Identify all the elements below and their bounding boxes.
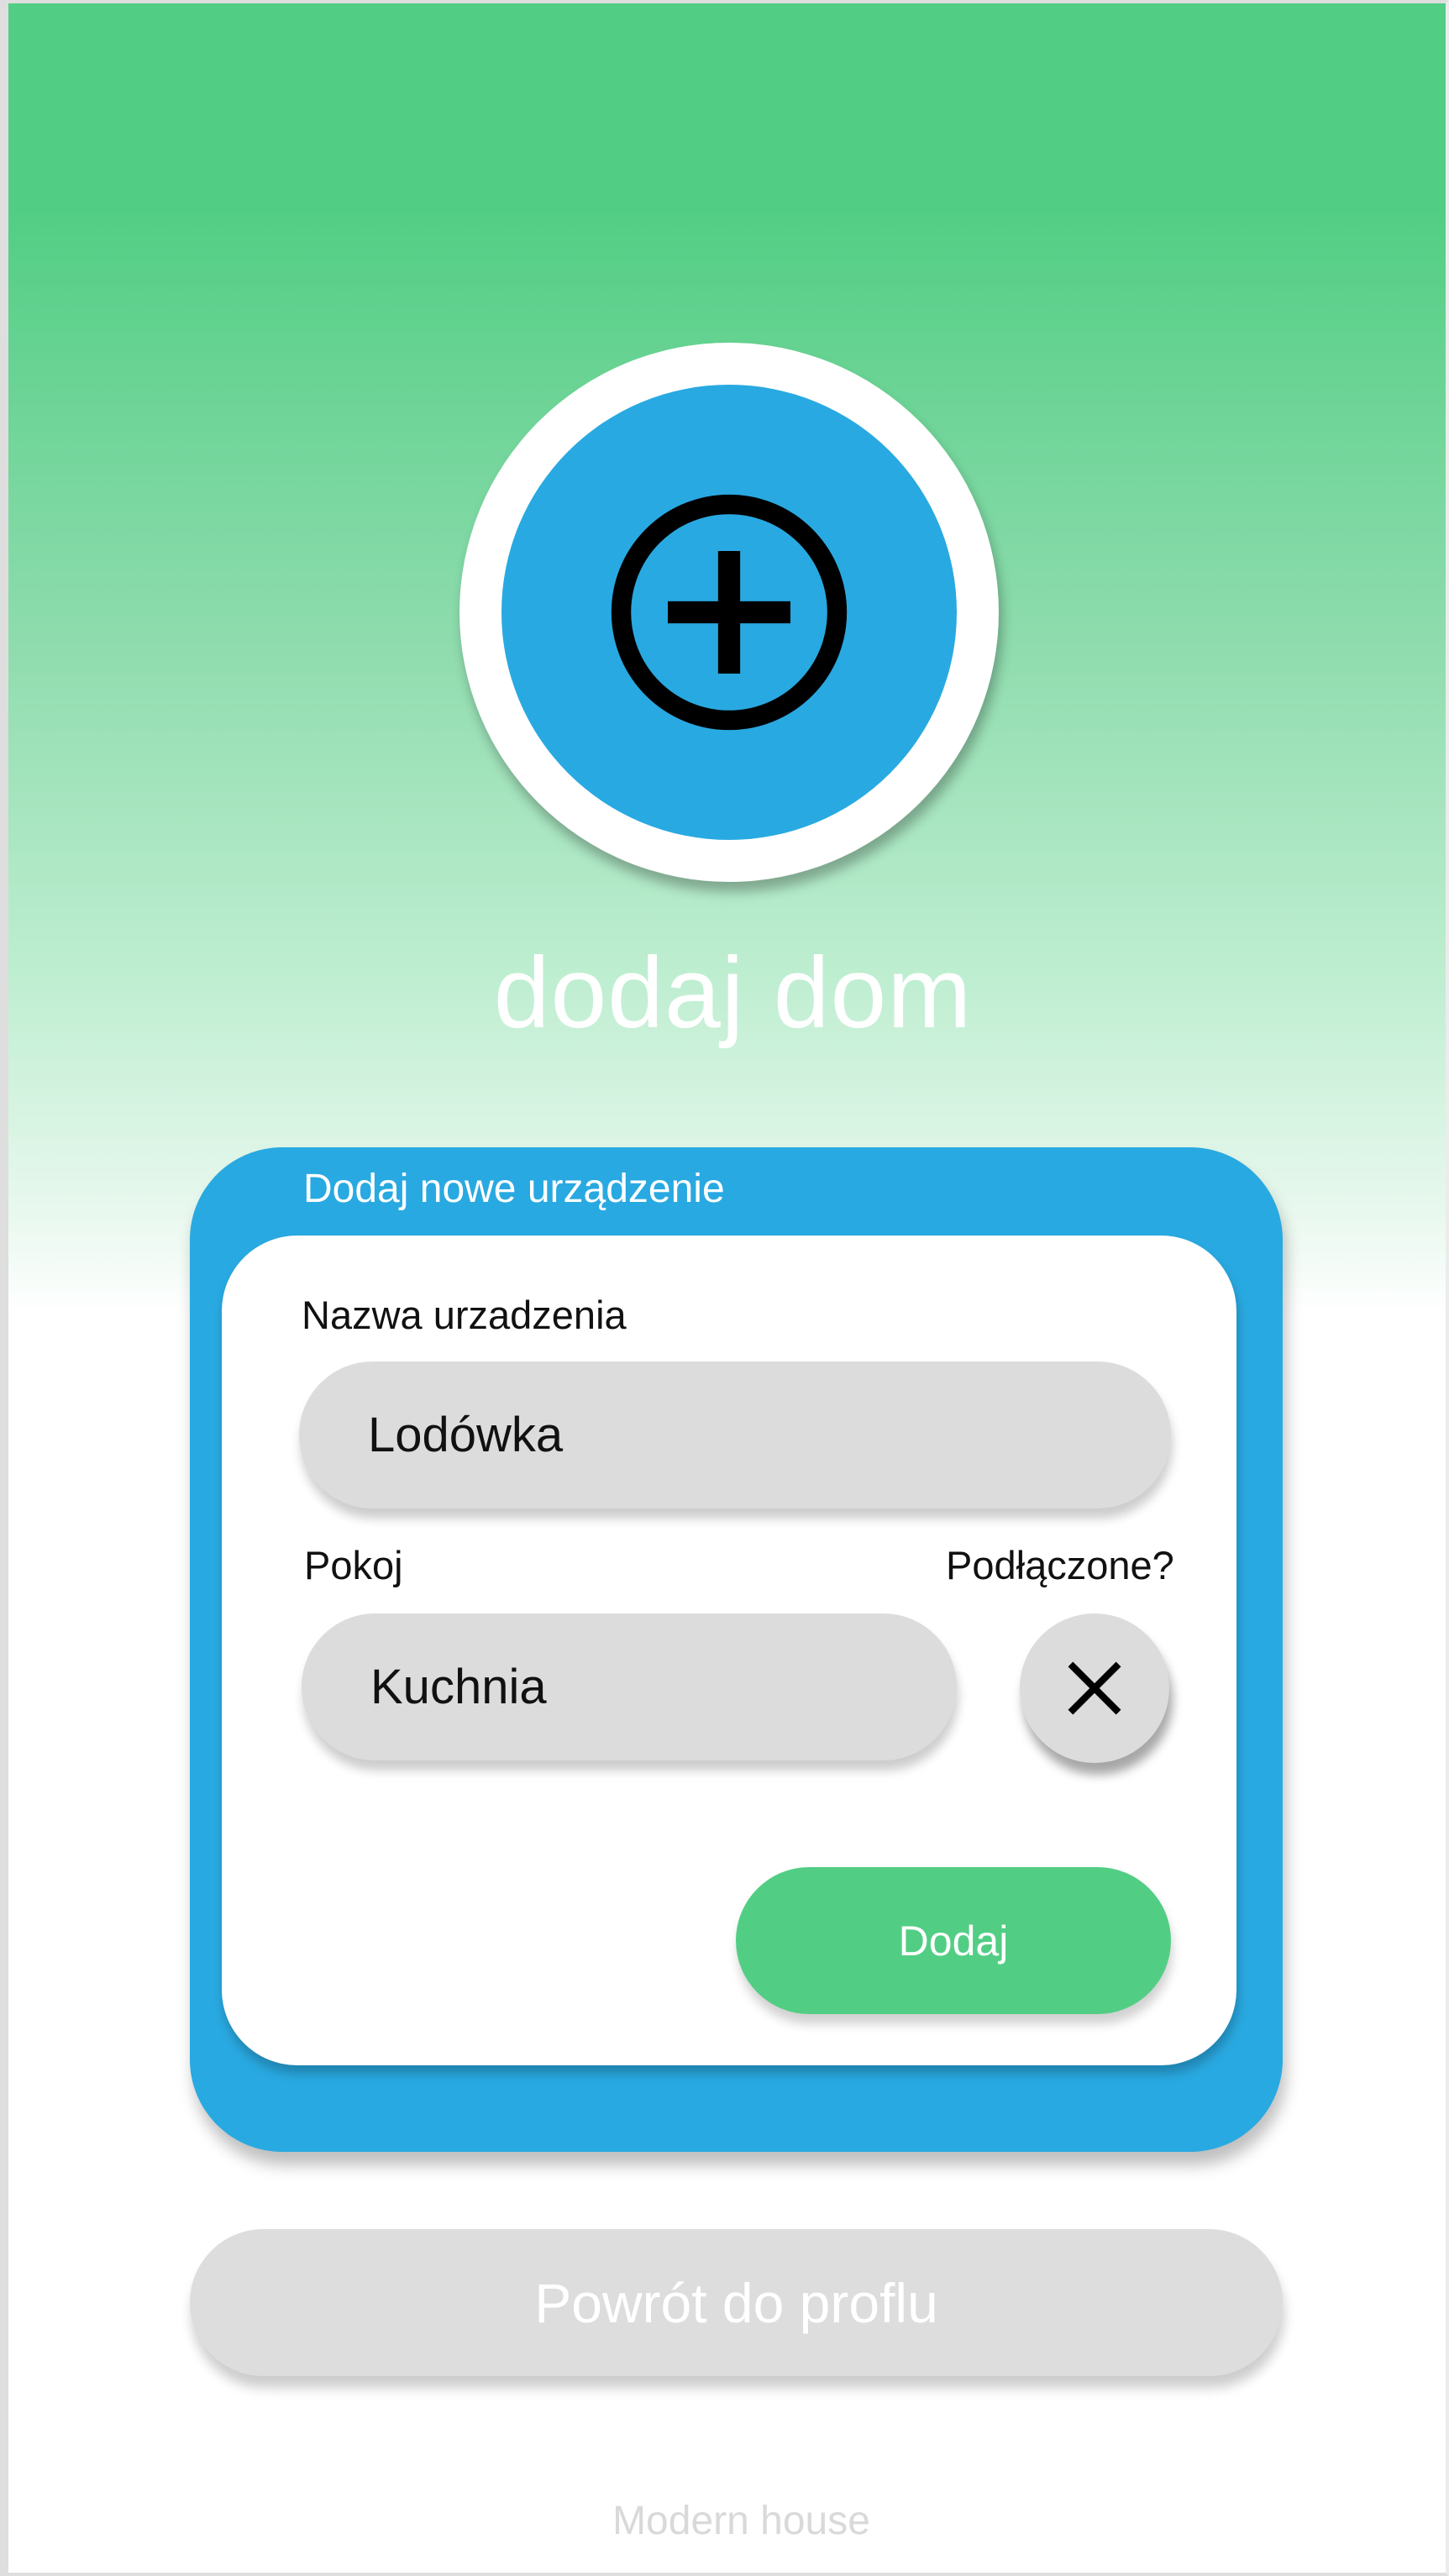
back-to-profile-button[interactable]: Powrót do proflu [190, 2229, 1283, 2376]
card-title: Dodaj nowe urządzenie [303, 1167, 725, 1211]
connected-toggle-button[interactable] [1020, 1613, 1169, 1763]
device-name-label: Nazwa urzadzenia [302, 1293, 627, 1337]
add-device-form: Nazwa urzadzenia Lodówka Pokoj Podłączon… [222, 1236, 1236, 2065]
close-icon [1068, 1661, 1121, 1715]
room-input[interactable]: Kuchnia [302, 1613, 957, 1760]
footer-brand: Modern house [612, 2499, 870, 2543]
room-value: Kuchnia [370, 1660, 547, 1714]
app-screen: dodaj dom Dodaj nowe urządzenie Nazwa ur… [0, 0, 1449, 2576]
device-name-input[interactable]: Lodówka [299, 1361, 1171, 1508]
add-device-card: Dodaj nowe urządzenie Nazwa urzadzenia L… [190, 1147, 1283, 2152]
room-label: Pokoj [304, 1543, 403, 1587]
connected-label: Podłączone? [946, 1543, 1174, 1587]
add-house-avatar-button[interactable] [459, 343, 999, 882]
avatar-circle [501, 385, 957, 840]
page-title: dodaj dom [493, 936, 973, 1049]
add-device-button[interactable]: Dodaj [736, 1867, 1171, 2014]
device-name-value: Lodówka [368, 1408, 564, 1462]
circle-plus-icon [611, 494, 848, 731]
